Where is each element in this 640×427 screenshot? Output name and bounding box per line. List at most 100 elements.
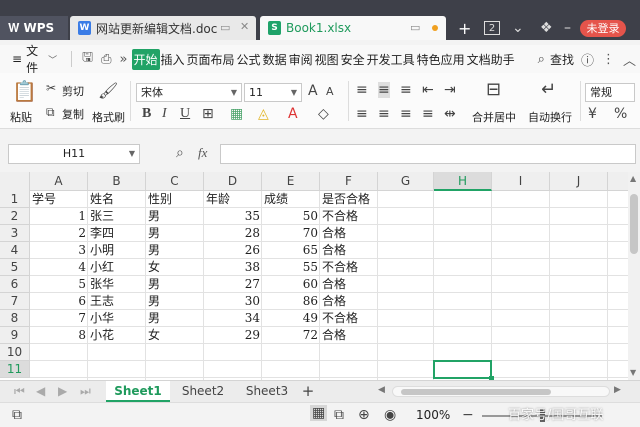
header-cell[interactable]: 学号	[30, 191, 88, 208]
first-sheet-icon[interactable]: ⏮	[14, 384, 25, 399]
data-cell[interactable]: 3	[30, 242, 88, 259]
data-cell[interactable]: 合格	[320, 242, 378, 259]
vertical-scroll-thumb[interactable]	[630, 194, 638, 254]
data-cell[interactable]: 1	[30, 208, 88, 225]
data-cell[interactable]: 女	[146, 327, 204, 344]
row-header-10[interactable]: 10	[0, 344, 30, 361]
justify-icon[interactable]: ≡	[422, 106, 434, 122]
fx-icon[interactable]: fx	[198, 145, 207, 161]
close-tab-icon[interactable]: ✕	[240, 20, 249, 33]
row-header-1[interactable]: 1	[0, 191, 30, 208]
indent-decrease-icon[interactable]: ⇤	[422, 82, 434, 98]
spreadsheet-grid[interactable]: A B C D E F G H I J 1 2 3 4 5 6 7 8 9 10 11 学号 姓名 性别 年龄 成绩 是否合格 1 张三…	[0, 172, 628, 380]
merge-center-button[interactable]: 合并居中	[472, 109, 516, 125]
print-icon[interactable]: ⎙	[101, 52, 111, 67]
formula-input[interactable]	[220, 144, 636, 164]
tab-features[interactable]: 特色应用	[416, 51, 466, 68]
macro-icon[interactable]: ⧉	[12, 407, 22, 423]
align-top-icon[interactable]: ≡	[356, 82, 368, 98]
row-header-4[interactable]: 4	[0, 242, 30, 259]
header-cell[interactable]: 成绩	[262, 191, 320, 208]
data-cell[interactable]: 不合格	[320, 259, 378, 276]
normal-view-icon[interactable]: ▦	[310, 405, 328, 421]
column-header-e[interactable]: E	[262, 172, 320, 191]
align-middle-icon[interactable]: ≡	[378, 82, 390, 98]
data-cell[interactable]: 8	[30, 327, 88, 344]
page-break-view-icon[interactable]: ⧉	[334, 407, 344, 423]
copy-icon[interactable]: ⧉	[46, 105, 55, 120]
column-header-j[interactable]: J	[550, 172, 608, 191]
currency-icon[interactable]: ¥	[588, 106, 597, 122]
row-header-6[interactable]: 6	[0, 276, 30, 293]
merge-center-icon[interactable]: ⊟	[486, 79, 501, 100]
next-sheet-icon[interactable]: ▶	[58, 384, 67, 398]
eye-protection-icon[interactable]: ◉	[384, 407, 396, 423]
font-color-icon[interactable]: A	[288, 106, 298, 122]
column-header-c[interactable]: C	[146, 172, 204, 191]
tab-sheet1[interactable]: Sheet1	[106, 381, 170, 402]
percent-icon[interactable]: %	[614, 106, 627, 122]
tab-view[interactable]: 视图	[314, 51, 340, 68]
wps-home-tab[interactable]: 𝐖 WPS	[0, 16, 68, 40]
bold-icon[interactable]: B	[142, 106, 151, 122]
screen-icon-2[interactable]: ▭	[410, 21, 420, 34]
more-icon[interactable]: »	[120, 52, 128, 67]
last-sheet-icon[interactable]: ⏭	[80, 384, 91, 399]
data-cell[interactable]: 28	[204, 225, 262, 242]
search-icon[interactable]: ⌕	[538, 52, 545, 67]
tab-xlsx-file[interactable]: S Book1.xlsx ▭	[260, 16, 446, 40]
tab-insert[interactable]: 插入	[160, 51, 186, 68]
borders-icon[interactable]: ⊞	[202, 106, 214, 122]
data-cell[interactable]: 张三	[88, 208, 146, 225]
more-options-icon[interactable]: ⋮	[602, 52, 615, 67]
data-cell[interactable]: 男	[146, 293, 204, 310]
scroll-down-icon[interactable]: ▼	[630, 368, 636, 377]
tab-formulas[interactable]: 公式	[236, 51, 262, 68]
paste-button[interactable]: 粘贴	[10, 109, 32, 125]
scissors-icon[interactable]: ✂	[46, 81, 56, 95]
minimize-icon[interactable]: –	[564, 20, 571, 36]
column-header-i[interactable]: I	[492, 172, 550, 191]
zoom-search-icon[interactable]: ⌕	[176, 145, 184, 161]
data-cell[interactable]: 合格	[320, 276, 378, 293]
tab-developer[interactable]: 开发工具	[366, 51, 416, 68]
column-header-b[interactable]: B	[88, 172, 146, 191]
data-cell[interactable]: 35	[204, 208, 262, 225]
data-cell[interactable]: 男	[146, 208, 204, 225]
data-cell[interactable]: 38	[204, 259, 262, 276]
screen-icon[interactable]: ▭	[220, 21, 230, 34]
number-format-select[interactable]: 常规	[585, 83, 635, 102]
tab-page-layout[interactable]: 页面布局	[186, 51, 236, 68]
name-box[interactable]: H11 ▼	[8, 144, 140, 164]
data-cell[interactable]: 4	[30, 259, 88, 276]
data-cell[interactable]: 张华	[88, 276, 146, 293]
tab-doc-assistant[interactable]: 文档助手	[466, 51, 516, 68]
column-header-a[interactable]: A	[30, 172, 88, 191]
data-cell[interactable]: 王志	[88, 293, 146, 310]
data-cell[interactable]: 34	[204, 310, 262, 327]
data-cell[interactable]: 不合格	[320, 208, 378, 225]
italic-icon[interactable]: I	[162, 106, 167, 122]
add-sheet-icon[interactable]: +	[300, 381, 316, 402]
chevron-down-icon[interactable]: ⌄	[512, 20, 524, 36]
skin-icon[interactable]: ❖	[540, 20, 553, 36]
column-header-g[interactable]: G	[378, 172, 434, 191]
row-header-11[interactable]: 11	[0, 361, 30, 378]
paste-icon[interactable]: 📋	[12, 79, 37, 103]
align-left-icon[interactable]: ≡	[356, 106, 368, 122]
row-header-5[interactable]: 5	[0, 259, 30, 276]
data-cell[interactable]: 小明	[88, 242, 146, 259]
data-cell[interactable]: 小华	[88, 310, 146, 327]
data-cell[interactable]: 小红	[88, 259, 146, 276]
data-cell[interactable]: 李四	[88, 225, 146, 242]
prev-sheet-icon[interactable]: ◀	[36, 384, 45, 398]
data-cell[interactable]: 27	[204, 276, 262, 293]
underline-icon[interactable]: U	[180, 106, 190, 122]
page-layout-view-icon[interactable]: ⊕	[358, 407, 370, 423]
tab-security[interactable]: 安全	[340, 51, 366, 68]
clear-format-icon[interactable]: ◇	[318, 106, 329, 122]
file-menu[interactable]: ≡ 文件 ﹀	[0, 42, 65, 76]
data-cell[interactable]: 小花	[88, 327, 146, 344]
column-header-h[interactable]: H	[434, 172, 492, 191]
data-cell[interactable]: 86	[262, 293, 320, 310]
